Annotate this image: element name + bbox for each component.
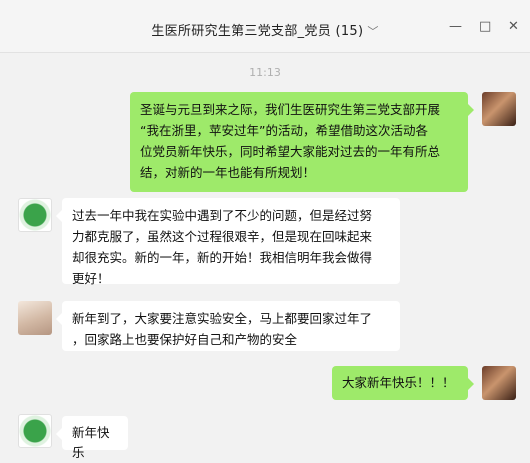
title-bar: 生医所研究生第三党支部_党员 (15) ﹀ — □ ✕ <box>0 0 530 53</box>
message-timestamp: 11:13 <box>249 66 281 79</box>
message-bubble[interactable]: 过去一年中我在实验中遇到了不少的问题，但是经过努 力都克服了，虽然这个过程很艰辛… <box>56 198 400 286</box>
maximize-button[interactable]: □ <box>479 20 491 33</box>
message-bubble[interactable]: 大家新年快乐！！！ <box>332 366 474 400</box>
chat-title-text: 生医所研究生第三党支部_党员 (15) <box>151 24 364 39</box>
message-bubble[interactable]: 新年到了，大家要注意实验安全，马上都要回家过年了 ，回家路上也要保护好自己和产物… <box>56 301 400 351</box>
message-line: 新年快乐 <box>72 425 110 460</box>
message-line: 新年到了，大家要注意实验安全，马上都要回家过年了 <box>72 311 373 326</box>
message-line: 圣诞与元旦到来之际，我们生医研究生第三党支部开展 <box>140 102 441 117</box>
chevron-down-icon[interactable]: ﹀ <box>367 23 378 39</box>
message-bubble[interactable]: 新年快乐 <box>56 416 128 460</box>
minimize-button[interactable]: — <box>449 20 462 33</box>
avatar[interactable] <box>18 301 52 335</box>
message-line: 更好！ <box>72 271 110 286</box>
message-line: 结，对新的一年也能有所规划！ <box>140 165 316 180</box>
message-line: “我在浙里，苹安过年”的活动，希望借助这次活动各 <box>140 123 428 138</box>
avatar[interactable] <box>482 366 516 400</box>
message-line: 过去一年中我在实验中遇到了不少的问题，但是经过努 <box>72 208 373 223</box>
close-button[interactable]: ✕ <box>508 20 519 33</box>
avatar[interactable] <box>482 92 516 126</box>
message-line: 位党员新年快乐，同时希望大家能对过去的一年有所总 <box>140 144 441 159</box>
message-line: 力都克服了，虽然这个过程很艰辛，但是现在回味起来 <box>72 229 373 244</box>
message-bubble[interactable]: 圣诞与元旦到来之际，我们生医研究生第三党支部开展 “我在浙里，苹安过年”的活动，… <box>130 92 474 192</box>
message-line: 大家新年快乐！！！ <box>342 375 455 390</box>
avatar[interactable] <box>18 414 52 448</box>
message-line: ，回家路上也要保护好自己和产物的安全 <box>72 332 298 347</box>
message-line: 却很充实。新的一年，新的开始！我相信明年我会做得 <box>72 250 373 265</box>
avatar[interactable] <box>18 198 52 232</box>
